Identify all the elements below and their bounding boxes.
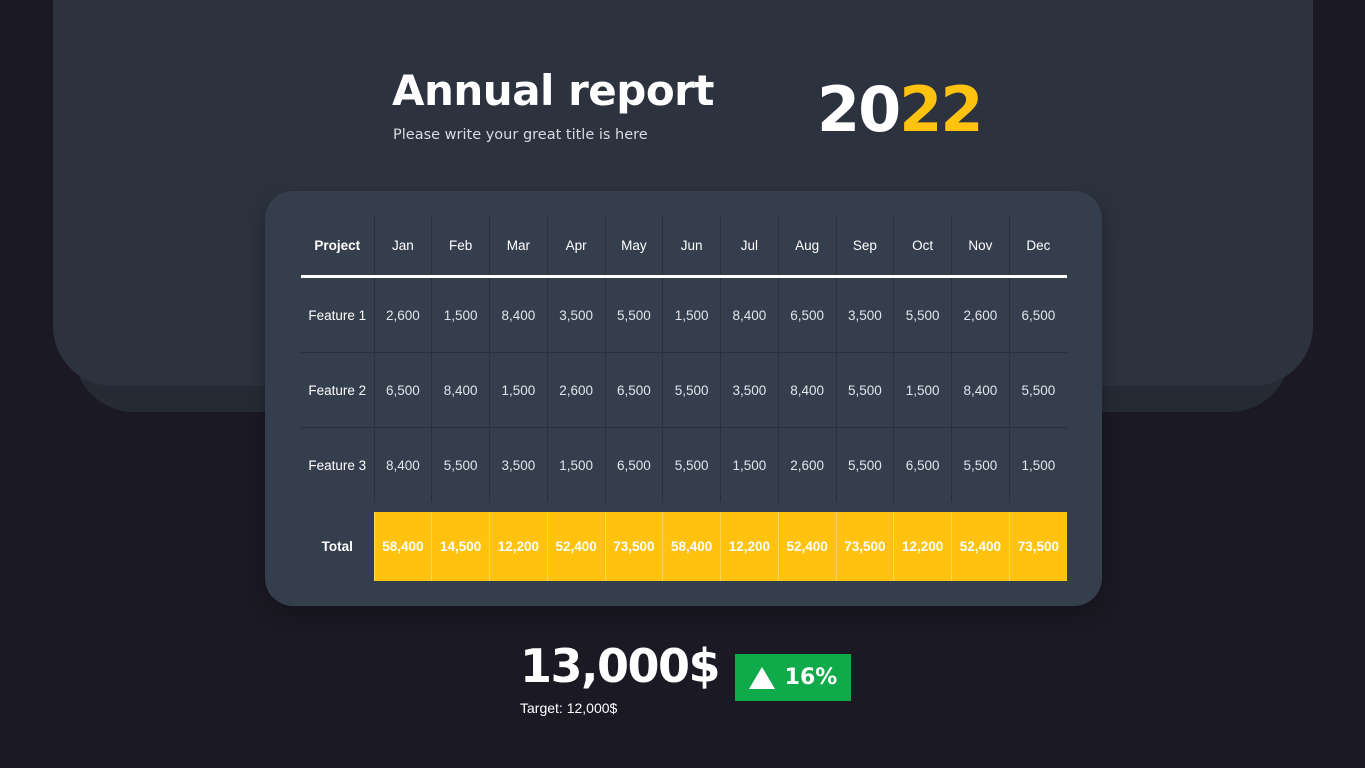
row-label: Feature 3: [308, 457, 367, 473]
table-cell: 8,400: [373, 427, 432, 502]
row-label: Feature 2: [301, 352, 374, 428]
change-badge: 16%: [735, 654, 851, 701]
table-cell: 5,500: [893, 276, 952, 353]
total-amount: 13,000$: [520, 639, 721, 693]
change-percent: 16%: [784, 665, 838, 690]
column-header-month: Jul: [720, 216, 779, 278]
total-cell: 12,200: [720, 512, 779, 581]
column-header-month: Feb: [431, 216, 490, 278]
row-spacer: [301, 502, 1067, 512]
table-cell: 8,400: [720, 276, 779, 353]
column-header-month: Aug: [777, 216, 836, 278]
row-label: Feature 1: [301, 276, 374, 353]
table-cell: 2,600: [546, 352, 605, 428]
table-cell: 1,500: [1008, 427, 1067, 502]
table-cell: 6,500: [777, 276, 836, 353]
spacer-cell: [301, 502, 1067, 512]
column-header-month: Apr: [546, 216, 605, 278]
report-table-card: Project Jan Feb Mar Apr May Jun Jul Aug …: [265, 191, 1102, 606]
table-cell: 1,500: [662, 276, 721, 353]
table-cell: 6,500: [604, 352, 663, 428]
column-header-month: May: [604, 216, 663, 278]
total-cell: 52,400: [546, 512, 605, 581]
year-part-1: 20: [817, 73, 901, 146]
table-cell: 1,500: [431, 276, 490, 353]
table-cell: 3,500: [546, 276, 605, 353]
page-subtitle: Please write your great title is here: [393, 127, 648, 143]
column-header-month: Mar: [489, 216, 548, 278]
column-header-month: Jun: [662, 216, 721, 278]
table-cell: 5,500: [662, 352, 721, 428]
total-cell: 52,400: [951, 512, 1010, 581]
year-part-2: 22: [899, 73, 983, 146]
column-header-month: Nov: [951, 216, 1010, 278]
report-table: Project Jan Feb Mar Apr May Jun Jul Aug …: [301, 216, 1067, 581]
table-cell: 1,500: [893, 352, 952, 428]
table-cell: 8,400: [777, 352, 836, 428]
page-title: Annual report: [392, 66, 714, 115]
table-cell: 5,500: [951, 427, 1010, 502]
table-header-row: Project Jan Feb Mar Apr May Jun Jul Aug …: [301, 216, 1067, 278]
total-cell: 14,500: [431, 512, 490, 581]
column-header-project: Project: [301, 216, 374, 278]
total-cell: 58,400: [662, 512, 721, 581]
table-cell: 2,600: [777, 427, 836, 502]
table-cell: 3,500: [835, 276, 894, 353]
column-header-month: Dec: [1008, 216, 1067, 278]
column-header-month: Sep: [835, 216, 894, 278]
table-cell: 3,500: [720, 352, 779, 428]
table-cell: 1,500: [546, 427, 605, 502]
triangle-up-icon: [748, 666, 775, 689]
table-cell: 1,500: [489, 352, 548, 428]
table-cell: 6,500: [373, 352, 432, 428]
total-cell: 73,500: [835, 512, 894, 581]
table-row: Feature 3 8,400 5,500 3,500 1,500 6,500 …: [301, 427, 1067, 502]
table-cell: 5,500: [431, 427, 490, 502]
table-row: Feature 2 6,500 8,400 1,500 2,600 6,500 …: [301, 352, 1067, 428]
table-cell: 6,500: [893, 427, 952, 502]
year-heading: 2022: [817, 72, 984, 148]
target-amount: Target: 12,000$: [520, 700, 618, 716]
table-cell: 2,600: [951, 276, 1010, 353]
table-cell: 5,500: [662, 427, 721, 502]
total-row: Total 58,400 14,500 12,200 52,400 73,500…: [301, 512, 1067, 581]
total-cell: 73,500: [604, 512, 663, 581]
table-cell: 6,500: [1008, 276, 1067, 353]
total-cell: 12,200: [489, 512, 548, 581]
table-cell: 3,500: [489, 427, 548, 502]
total-label: Total: [321, 539, 353, 554]
column-header-month: Oct: [893, 216, 952, 278]
table-cell: 6,500: [604, 427, 663, 502]
table-cell: 5,500: [1008, 352, 1067, 428]
total-cell: 52,400: [777, 512, 836, 581]
table-cell: 8,400: [951, 352, 1010, 428]
total-cell: 73,500: [1008, 512, 1067, 581]
column-header-month: Jan: [373, 216, 432, 278]
total-cell: 12,200: [893, 512, 952, 581]
table-cell: 5,500: [835, 352, 894, 428]
table-cell: 5,500: [835, 427, 894, 502]
table-cell: 5,500: [604, 276, 663, 353]
table-cell: 8,400: [431, 352, 490, 428]
table-row: Feature 1 2,600 1,500 8,400 3,500 5,500 …: [301, 276, 1067, 353]
table-cell: 1,500: [720, 427, 779, 502]
table-cell: 2,600: [373, 276, 432, 353]
total-cell: 58,400: [373, 512, 432, 581]
table-cell: 8,400: [489, 276, 548, 353]
